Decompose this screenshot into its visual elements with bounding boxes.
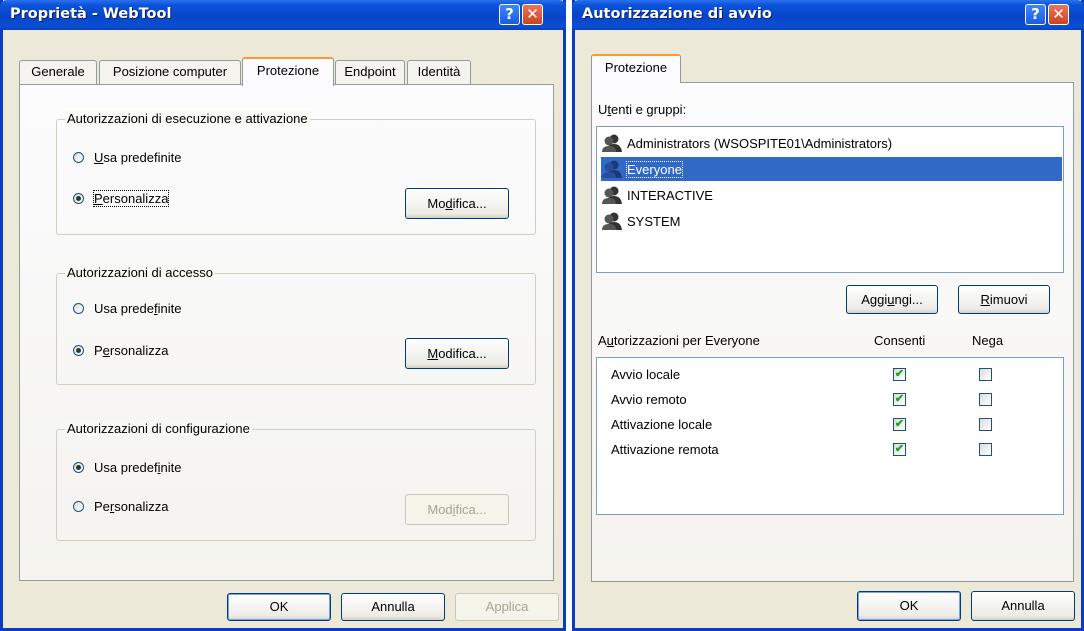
radio-indicator (73, 152, 84, 163)
window-title: Proprietà - WebTool (10, 6, 172, 22)
tab-panel: Utenti e gruppi: Administrators (WSOSPIT… (591, 82, 1074, 582)
configuration-permissions-group: Autorizzazioni di configurazione Usa pre… (56, 421, 536, 541)
users-listbox[interactable]: Administrators (WSOSPITE01\Administrator… (596, 126, 1064, 273)
list-item-everyone[interactable]: Everyone (601, 157, 1062, 181)
close-button[interactable]: ✕ (522, 4, 543, 25)
deny-checkbox[interactable] (979, 418, 992, 431)
deny-column-header: Nega (972, 333, 1004, 348)
use-default-radio[interactable]: Usa predefinite (73, 301, 181, 316)
customize-radio[interactable]: Personalizza (73, 499, 168, 514)
cancel-button[interactable]: Annulla (341, 593, 445, 621)
radio-label: Usa predefinite (94, 460, 182, 475)
allow-column-header: Consenti (874, 333, 926, 348)
permission-name: Attivazione remota (611, 442, 719, 457)
customize-radio[interactable]: Personalizza (73, 190, 170, 207)
radio-label: Usa predefinite (94, 150, 182, 165)
radio-label: Personalizza (94, 343, 169, 358)
allow-checkbox[interactable]: ✔ (893, 443, 906, 456)
title-bar[interactable]: Proprietà - WebTool ? ✕ (0, 0, 566, 30)
allow-checkbox[interactable]: ✔ (893, 368, 906, 381)
permissions-list: Avvio locale ✔ Avvio remoto ✔ Attivazion… (596, 357, 1064, 515)
cancel-button[interactable]: Annulla (971, 591, 1075, 621)
permissions-label: Autorizzazioni per Everyone (598, 333, 760, 348)
tab-posizione-computer[interactable]: Posizione computer (99, 60, 241, 84)
group-legend: Autorizzazioni di configurazione (65, 421, 252, 436)
ok-button[interactable]: OK (227, 593, 331, 621)
user-name: Administrators (WSOSPITE01\Administrator… (627, 135, 893, 151)
tab-generale[interactable]: Generale (19, 60, 97, 84)
permission-name: Avvio remoto (611, 392, 687, 407)
tab-protezione[interactable]: Protezione (242, 57, 334, 86)
add-button[interactable]: Aggiungi... (846, 285, 938, 314)
deny-checkbox[interactable] (979, 443, 992, 456)
radio-indicator (73, 462, 84, 473)
help-button[interactable]: ? (499, 4, 520, 25)
list-item-system[interactable]: SYSTEM (601, 209, 1062, 233)
radio-indicator (73, 193, 84, 204)
users-groups-label: Utenti e gruppi: (598, 102, 687, 117)
permission-name: Attivazione locale (611, 417, 713, 432)
tab-identita[interactable]: Identità (407, 60, 471, 84)
radio-indicator (73, 501, 84, 512)
group-legend: Autorizzazioni di accesso (65, 265, 215, 280)
permission-name: Avvio locale (611, 367, 681, 382)
remove-button[interactable]: Rimuovi (958, 285, 1050, 314)
user-name: SYSTEM (627, 213, 681, 229)
user-name: Everyone (626, 160, 683, 178)
user-name: INTERACTIVE (627, 187, 713, 203)
use-default-radio[interactable]: Usa predefinite (73, 150, 181, 165)
deny-checkbox[interactable] (979, 368, 992, 381)
deny-checkbox[interactable] (979, 393, 992, 406)
close-button[interactable]: ✕ (1048, 4, 1069, 25)
user-group-icon (602, 134, 622, 152)
group-legend: Autorizzazioni di esecuzione e attivazio… (65, 111, 310, 126)
access-permissions-group: Autorizzazioni di accesso Usa predefinit… (56, 265, 536, 385)
allow-checkbox[interactable]: ✔ (893, 418, 906, 431)
list-item-administrators[interactable]: Administrators (WSOSPITE01\Administrator… (601, 131, 1062, 155)
radio-indicator (73, 345, 84, 356)
apply-button[interactable]: Applica (455, 593, 559, 621)
edit-button[interactable]: Modifica... (405, 338, 509, 369)
use-default-radio[interactable]: Usa predefinite (73, 460, 181, 475)
radio-label: Personalizza (92, 190, 170, 207)
radio-label: Usa predefinite (94, 301, 182, 316)
radio-indicator (73, 303, 84, 314)
help-button[interactable]: ? (1025, 4, 1046, 25)
allow-checkbox[interactable]: ✔ (893, 393, 906, 406)
launch-permission-window: Autorizzazione di avvio ? ✕ Protezione U… (572, 0, 1084, 631)
tab-panel: Autorizzazioni di esecuzione e attivazio… (19, 84, 554, 581)
ok-button[interactable]: OK (857, 591, 961, 621)
radio-label: Personalizza (94, 499, 169, 514)
user-group-icon (602, 212, 622, 230)
title-bar[interactable]: Autorizzazione di avvio ? ✕ (572, 0, 1084, 30)
customize-radio[interactable]: Personalizza (73, 343, 168, 358)
execution-permissions-group: Autorizzazioni di esecuzione e attivazio… (56, 111, 536, 235)
user-group-icon (602, 186, 622, 204)
user-group-icon (602, 160, 622, 178)
properties-window: Proprietà - WebTool ? ✕ Generale Posizio… (0, 0, 566, 631)
edit-button[interactable]: Modifica... (405, 188, 509, 219)
edit-button[interactable]: Modifica... (405, 494, 509, 525)
tab-protezione[interactable]: Protezione (591, 54, 681, 83)
window-title: Autorizzazione di avvio (582, 6, 772, 22)
tab-endpoint[interactable]: Endpoint (335, 60, 405, 84)
list-item-interactive[interactable]: INTERACTIVE (601, 183, 1062, 207)
